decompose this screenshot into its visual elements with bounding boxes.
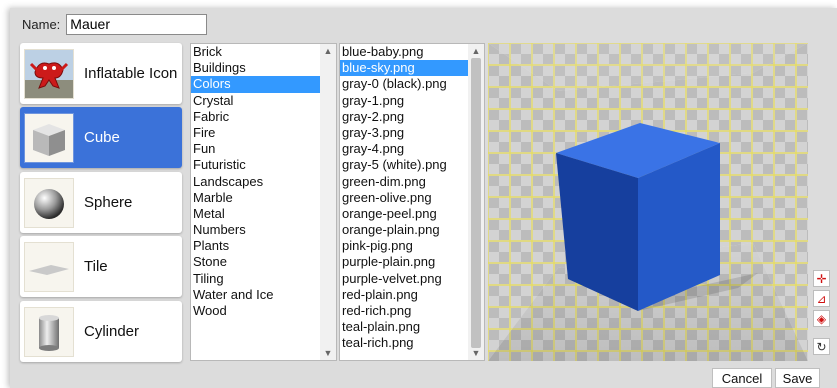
save-button[interactable]: Save	[775, 368, 820, 388]
category-item[interactable]: Tiling	[191, 271, 336, 287]
category-item[interactable]: Buildings	[191, 60, 336, 76]
category-item[interactable]: Colors	[191, 76, 336, 93]
name-label: Name:	[22, 16, 61, 32]
texture-item[interactable]: teal-rich.png	[340, 335, 484, 351]
sphere-icon	[24, 177, 74, 228]
scroll-down-icon[interactable]: ▼	[320, 346, 336, 360]
category-item[interactable]: Wood	[191, 303, 336, 319]
name-input[interactable]	[66, 13, 208, 35]
shape-label: Cube	[84, 129, 120, 146]
category-items: Brick Buildings Colors Crystal Fabric Fire Fun…	[191, 44, 336, 319]
3d-preview-viewport[interactable]	[488, 43, 808, 361]
texture-item[interactable]: red-rich.png	[340, 303, 484, 319]
scroll-thumb[interactable]	[471, 58, 481, 348]
category-item[interactable]: Stone	[191, 254, 336, 270]
cancel-button[interactable]: Cancel	[712, 368, 772, 388]
tool-glyph: ✛	[816, 271, 827, 286]
category-item[interactable]: Crystal	[191, 93, 336, 109]
shape-editor-dialog: Name: Inflatable Icon	[10, 8, 837, 388]
category-item[interactable]: Landscapes	[191, 174, 336, 190]
category-item[interactable]: Water and Ice	[191, 287, 336, 303]
cylinder-icon	[24, 306, 74, 357]
shape-button-cylinder[interactable]: Cylinder	[20, 301, 182, 362]
texture-item[interactable]: purple-velvet.png	[340, 271, 484, 287]
tile-icon	[24, 241, 74, 292]
cube-icon	[24, 112, 74, 163]
texture-list[interactable]: blue-baby.png blue-sky.png gray-0 (black).…	[339, 43, 485, 361]
texture-item[interactable]: gray-2.png	[340, 109, 484, 125]
tool-glyph: ⊿	[816, 291, 827, 306]
category-list[interactable]: Brick Buildings Colors Crystal Fabric Fire Fun…	[190, 43, 337, 361]
category-item[interactable]: Metal	[191, 206, 336, 222]
texture-scrollbar[interactable]: ▲ ▼	[468, 44, 484, 360]
shape-button-tile[interactable]: Tile	[20, 236, 182, 297]
name-row: Name:	[22, 13, 208, 35]
shape-label: Sphere	[84, 194, 133, 211]
shape-button-inflatable-icon[interactable]: Inflatable Icon	[20, 43, 182, 104]
texture-item[interactable]: orange-peel.png	[340, 206, 484, 222]
texture-item[interactable]: teal-plain.png	[340, 319, 484, 335]
texture-item[interactable]: gray-5 (white).png	[340, 157, 484, 173]
rotate-3d-icon[interactable]: ◈	[813, 310, 830, 327]
scroll-down-icon[interactable]: ▼	[468, 346, 484, 360]
texture-item[interactable]: green-dim.png	[340, 174, 484, 190]
category-item[interactable]: Fun	[191, 141, 336, 157]
category-item[interactable]: Fire	[191, 125, 336, 141]
texture-item[interactable]: blue-baby.png	[340, 44, 484, 60]
texture-item[interactable]: gray-4.png	[340, 141, 484, 157]
snap-icon[interactable]: ⊿	[813, 290, 830, 307]
inflatable-icon	[24, 48, 74, 99]
texture-item[interactable]: purple-plain.png	[340, 254, 484, 270]
move-icon[interactable]: ✛	[813, 270, 830, 287]
category-scrollbar[interactable]: ▲ ▼	[320, 44, 336, 360]
reset-icon[interactable]: ↻	[813, 338, 830, 355]
category-item[interactable]: Plants	[191, 238, 336, 254]
texture-item[interactable]: gray-1.png	[340, 93, 484, 109]
texture-item[interactable]: pink-pig.png	[340, 238, 484, 254]
tool-glyph: ◈	[816, 311, 827, 326]
texture-item[interactable]: gray-0 (black).png	[340, 76, 484, 92]
scroll-up-icon[interactable]: ▲	[320, 44, 336, 58]
texture-item[interactable]: blue-sky.png	[340, 60, 484, 77]
category-item[interactable]: Brick	[191, 44, 336, 60]
shape-button-sphere[interactable]: Sphere	[20, 172, 182, 233]
texture-item[interactable]: gray-3.png	[340, 125, 484, 141]
category-item[interactable]: Numbers	[191, 222, 336, 238]
texture-item[interactable]: orange-plain.png	[340, 222, 484, 238]
category-item[interactable]: Futuristic	[191, 157, 336, 173]
scroll-up-icon[interactable]: ▲	[468, 44, 484, 58]
shape-label: Inflatable Icon	[84, 65, 178, 82]
texture-item[interactable]: green-olive.png	[340, 190, 484, 206]
shape-label: Tile	[84, 258, 108, 275]
shape-label: Cylinder	[84, 323, 140, 340]
texture-items: blue-baby.png blue-sky.png gray-0 (black).…	[340, 44, 484, 352]
category-item[interactable]: Fabric	[191, 109, 336, 125]
texture-item[interactable]: red-plain.png	[340, 287, 484, 303]
shape-button-cube[interactable]: Cube	[20, 107, 182, 168]
tool-glyph: ↻	[816, 339, 827, 354]
category-item[interactable]: Marble	[191, 190, 336, 206]
